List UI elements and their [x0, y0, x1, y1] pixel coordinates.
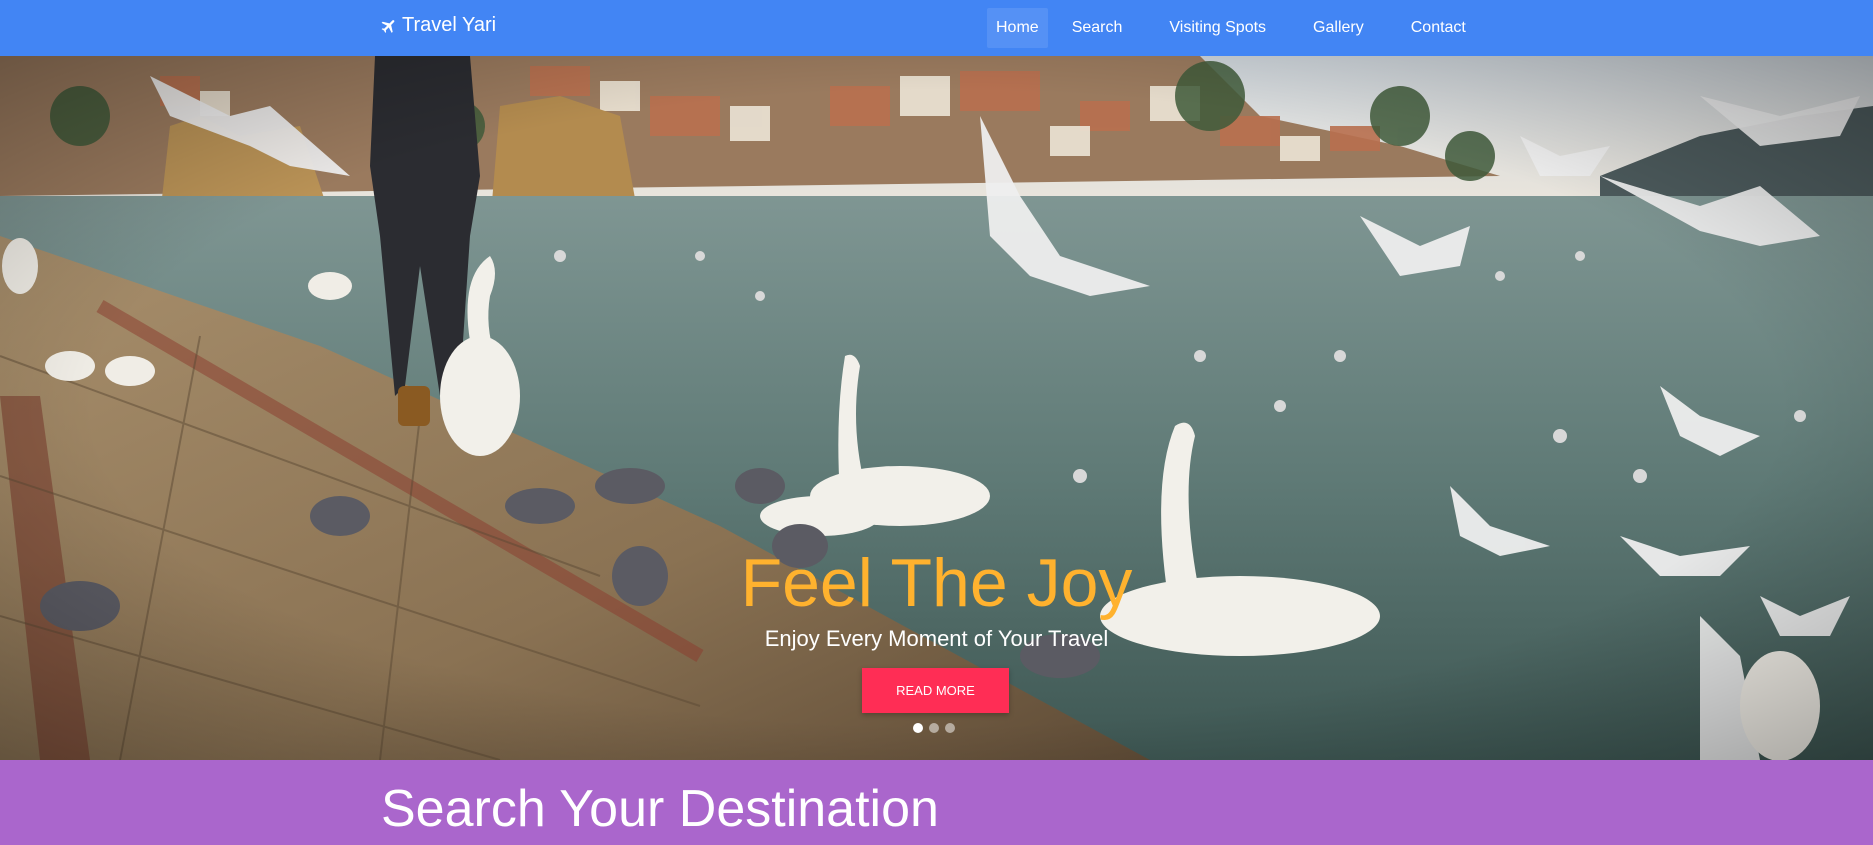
nav-item-gallery[interactable]: Gallery	[1304, 8, 1373, 48]
brand-link[interactable]: Travel Yari	[380, 14, 496, 37]
navbar: Travel Yari Home Search Visiting Spots G…	[0, 0, 1873, 56]
carousel-indicator-1[interactable]	[913, 723, 923, 733]
nav-item-visiting-spots[interactable]: Visiting Spots	[1160, 8, 1275, 48]
carousel-indicators	[913, 723, 961, 733]
carousel-indicator-2[interactable]	[929, 723, 939, 733]
brand-name: Travel Yari	[402, 14, 497, 36]
nav-item-contact[interactable]: Contact	[1402, 8, 1475, 48]
search-section-title: Search Your Destination	[381, 780, 939, 838]
hero-title: Feel The Joy	[740, 545, 1133, 621]
nav-menu: Home Search Visiting Spots Gallery Conta…	[987, 8, 1475, 48]
nav-item-search[interactable]: Search	[1063, 8, 1132, 48]
nav-item-home[interactable]: Home	[987, 8, 1048, 48]
hero-subtitle: Enjoy Every Moment of Your Travel	[764, 626, 1109, 651]
search-section: Search Your Destination	[0, 760, 1873, 845]
plane-icon	[381, 19, 395, 33]
carousel-indicator-3[interactable]	[945, 723, 955, 733]
read-more-button[interactable]: READ MORE	[862, 668, 1009, 713]
hero-carousel: Feel The Joy Enjoy Every Moment of Your …	[0, 56, 1873, 760]
hero-background-image	[0, 56, 1873, 760]
